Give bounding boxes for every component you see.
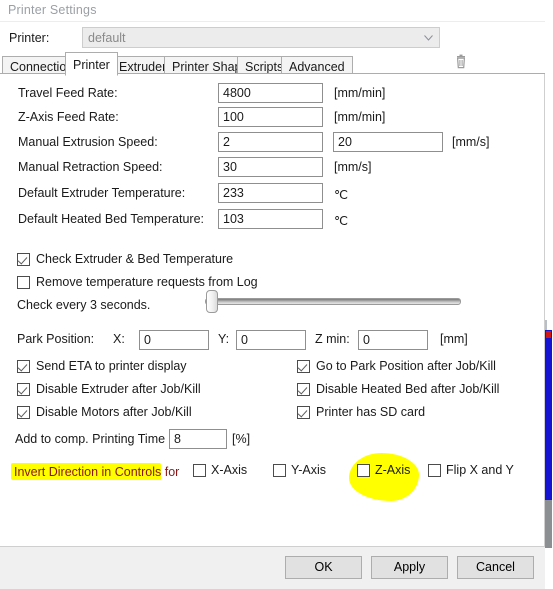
manual-extrusion-speed-input-2[interactable]: 20 bbox=[333, 132, 443, 152]
apply-button[interactable]: Apply bbox=[371, 556, 448, 579]
park-position-unit: [mm] bbox=[440, 332, 468, 346]
z-axis-feed-rate-unit: [mm/min] bbox=[334, 110, 386, 124]
manual-extrusion-speed-input-1[interactable]: 2 bbox=[218, 132, 323, 152]
ok-button[interactable]: OK bbox=[285, 556, 362, 579]
label-invert-x-axis: X-Axis bbox=[211, 463, 248, 477]
default-extruder-temp-unit: ℃ bbox=[334, 188, 349, 202]
check-interval-slider-track[interactable] bbox=[205, 298, 461, 305]
checkbox-invert-z-axis[interactable] bbox=[357, 464, 370, 477]
travel-feed-rate-input[interactable]: 4800 bbox=[218, 83, 323, 103]
title-bar: Printer Settings bbox=[0, 0, 545, 22]
label-disable-extruder-after-job: Disable Extruder after Job/Kill bbox=[36, 382, 201, 396]
manual-retraction-speed-label: Manual Retraction Speed: bbox=[18, 160, 163, 174]
invert-direction-label: Invert Direction in Controls for bbox=[14, 465, 180, 479]
checkbox-remove-temperature-requests[interactable] bbox=[17, 276, 30, 289]
default-heated-bed-temp-unit: ℃ bbox=[334, 214, 349, 228]
z-axis-feed-rate-input[interactable]: 100 bbox=[218, 107, 323, 127]
printing-time-unit: [%] bbox=[232, 432, 251, 446]
label-invert-y-axis: Y-Axis bbox=[291, 463, 326, 477]
default-extruder-temp-input[interactable]: 233 bbox=[218, 183, 323, 203]
label-disable-motors-after-job: Disable Motors after Job/Kill bbox=[36, 405, 192, 419]
manual-extrusion-speed-unit: [mm/s] bbox=[452, 135, 490, 149]
park-zmin-input[interactable]: 0 bbox=[358, 330, 428, 350]
default-heated-bed-temp-label: Default Heated Bed Temperature: bbox=[18, 212, 204, 226]
printer-label: Printer: bbox=[9, 31, 50, 45]
default-extruder-temp-label: Default Extruder Temperature: bbox=[18, 186, 186, 200]
label-flip-x-and-y: Flip X and Y bbox=[446, 463, 514, 477]
park-zmin-value: 0 bbox=[363, 333, 370, 347]
label-send-eta-to-printer-display: Send ETA to printer display bbox=[36, 359, 187, 373]
label-disable-heated-bed-after-job: Disable Heated Bed after Job/Kill bbox=[316, 382, 500, 396]
checkbox-flip-x-and-y[interactable] bbox=[428, 464, 441, 477]
park-x-label: X: bbox=[113, 332, 125, 346]
background-fragment bbox=[546, 331, 551, 338]
checkbox-invert-y-axis[interactable] bbox=[273, 464, 286, 477]
checkbox-check-extruder-bed-temperature[interactable] bbox=[17, 253, 30, 266]
park-x-value: 0 bbox=[144, 333, 151, 347]
park-position-label: Park Position: bbox=[17, 332, 95, 346]
checkbox-send-eta-to-printer-display[interactable] bbox=[17, 360, 30, 373]
printer-dropdown-value: default bbox=[88, 31, 126, 45]
label-check-extruder-bed-temperature: Check Extruder & Bed Temperature bbox=[36, 252, 234, 266]
label-invert-z-axis: Z-Axis bbox=[375, 463, 411, 477]
manual-extrusion-speed-value-2: 20 bbox=[338, 135, 352, 149]
check-interval-slider-thumb[interactable] bbox=[206, 290, 218, 313]
z-axis-feed-rate-value: 100 bbox=[223, 110, 244, 124]
tab-strip: Connection Printer Extruder Printer Shap… bbox=[0, 52, 545, 76]
tab-printer[interactable]: Printer bbox=[65, 52, 118, 76]
checkbox-invert-x-axis[interactable] bbox=[193, 464, 206, 477]
park-y-input[interactable]: 0 bbox=[236, 330, 306, 350]
manual-retraction-speed-value: 30 bbox=[223, 160, 237, 174]
printing-time-input[interactable]: 8 bbox=[169, 429, 227, 449]
checkbox-disable-heated-bed-after-job[interactable] bbox=[297, 383, 310, 396]
default-extruder-temp-value: 233 bbox=[223, 186, 244, 200]
checkbox-printer-has-sd-card[interactable] bbox=[297, 406, 310, 419]
printing-time-label: Add to comp. Printing Time bbox=[15, 432, 166, 446]
manual-extrusion-speed-label: Manual Extrusion Speed: bbox=[18, 135, 158, 149]
manual-retraction-speed-input[interactable]: 30 bbox=[218, 157, 323, 177]
background-fragment bbox=[544, 500, 552, 548]
label-go-to-park-position-after-job: Go to Park Position after Job/Kill bbox=[316, 359, 496, 373]
printing-time-value: 8 bbox=[174, 432, 181, 446]
park-y-value: 0 bbox=[241, 333, 248, 347]
checkbox-disable-motors-after-job[interactable] bbox=[17, 406, 30, 419]
cancel-button[interactable]: Cancel bbox=[457, 556, 534, 579]
highlight-z-axis-blob bbox=[349, 453, 419, 501]
default-heated-bed-temp-input[interactable]: 103 bbox=[218, 209, 323, 229]
printer-selector-row: Printer: default bbox=[0, 24, 545, 69]
window-title: Printer Settings bbox=[8, 3, 97, 17]
printer-settings-dialog: Printer Settings Printer: default Connec… bbox=[0, 0, 545, 589]
park-zmin-label: Z min: bbox=[315, 332, 350, 346]
travel-feed-rate-value: 4800 bbox=[223, 86, 251, 100]
travel-feed-rate-unit: [mm/min] bbox=[334, 86, 386, 100]
checkbox-disable-extruder-after-job[interactable] bbox=[17, 383, 30, 396]
label-remove-temperature-requests: Remove temperature requests from Log bbox=[36, 275, 258, 289]
default-heated-bed-temp-value: 103 bbox=[223, 212, 244, 226]
park-y-label: Y: bbox=[218, 332, 230, 346]
chevron-down-icon bbox=[424, 35, 433, 41]
z-axis-feed-rate-label: Z-Axis Feed Rate: bbox=[18, 110, 119, 124]
title-separator bbox=[0, 21, 545, 22]
manual-extrusion-speed-value-1: 2 bbox=[223, 135, 230, 149]
park-x-input[interactable]: 0 bbox=[139, 330, 209, 350]
label-printer-has-sd-card: Printer has SD card bbox=[316, 405, 426, 419]
printer-dropdown[interactable]: default bbox=[82, 27, 440, 48]
dialog-footer: OK Apply Cancel bbox=[0, 547, 545, 589]
checkbox-go-to-park-position-after-job[interactable] bbox=[297, 360, 310, 373]
travel-feed-rate-label: Travel Feed Rate: bbox=[18, 86, 118, 100]
background-fragment bbox=[545, 330, 552, 505]
check-interval-label: Check every 3 seconds. bbox=[17, 298, 151, 312]
manual-retraction-speed-unit: [mm/s] bbox=[334, 160, 372, 174]
